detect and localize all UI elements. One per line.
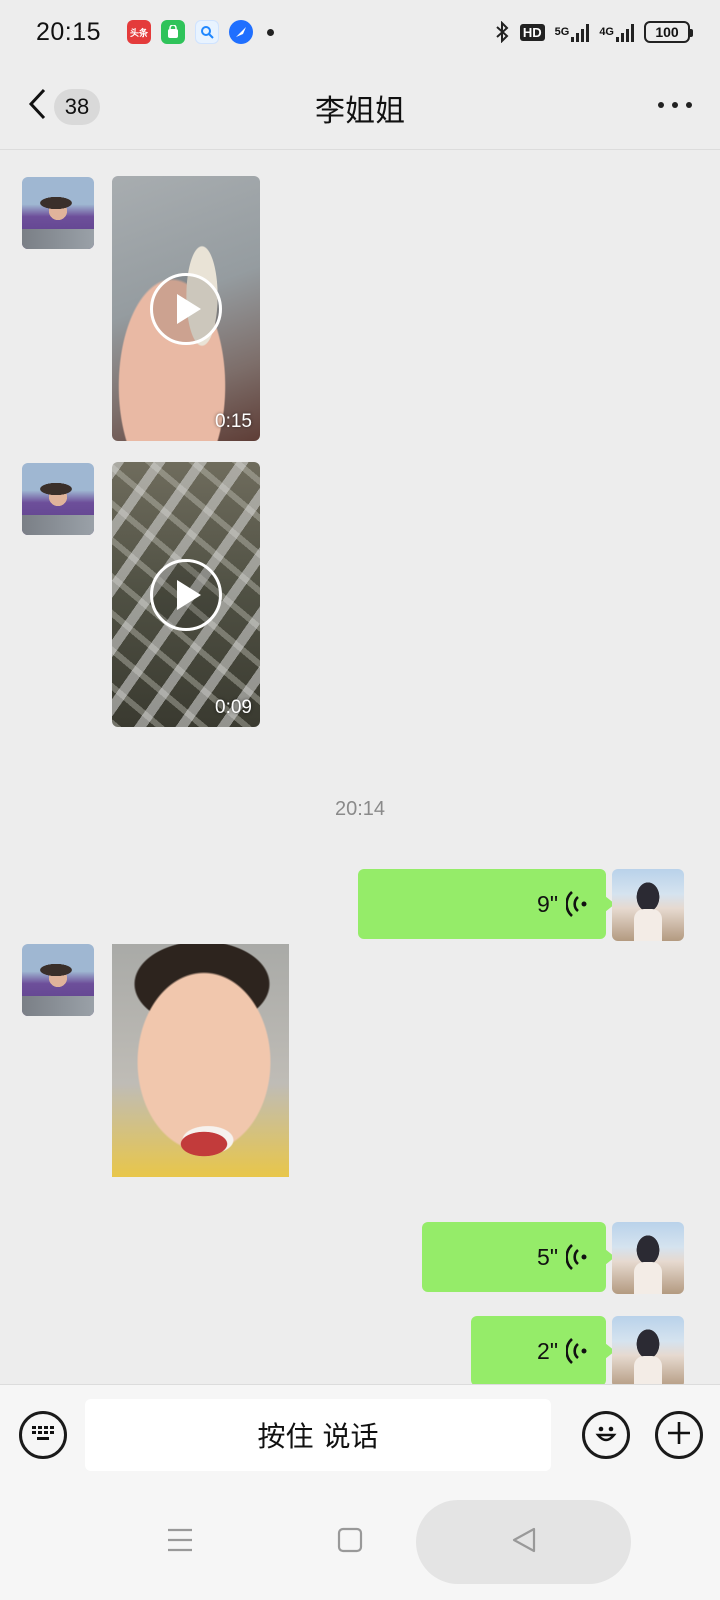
system-back-button[interactable] [416,1500,631,1584]
my-avatar[interactable] [612,1222,684,1294]
voice-message[interactable]: 5" [422,1222,615,1292]
plus-icon [666,1420,692,1451]
voice-wave-icon [566,1243,590,1271]
back-triangle-icon [511,1526,537,1559]
recent-apps-button[interactable] [140,1500,220,1584]
voice-message[interactable]: 2" [471,1316,615,1386]
notification-dot [267,28,275,36]
my-avatar[interactable] [612,869,684,941]
video-message[interactable]: 0:09 [112,462,260,727]
more-dot-icon [672,102,678,108]
search-app-icon [195,20,220,44]
hd-icon: HD [519,23,545,41]
emoji-icon [591,1418,621,1453]
status-time: 20:15 [36,17,102,46]
more-options-button[interactable] [658,102,692,108]
play-icon [150,273,222,345]
play-icon [150,559,222,631]
emoji-button[interactable] [582,1411,630,1459]
contact-avatar[interactable] [22,177,94,249]
more-dot-icon [686,102,692,108]
voice-duration: 9" [537,890,558,917]
contact-avatar[interactable] [22,463,94,535]
voice-duration: 2" [537,1337,558,1364]
browser-icon [229,20,254,44]
signal-5g-icon: 5G [555,22,590,42]
home-square-icon [337,1527,363,1558]
status-right: HD 5G 4G 100 [494,21,693,43]
voice-message[interactable]: 9" [358,869,615,939]
more-functions-button[interactable] [655,1411,703,1459]
chat-header: 38 李姐姐 [0,64,720,150]
keyboard-toggle-button[interactable] [19,1411,67,1459]
status-bar: 20:15 头条 HD 5G 4G 100 [0,0,720,64]
hold-to-talk-button[interactable]: 按住 说话 [85,1399,551,1471]
message-timestamp: 20:14 [334,798,386,820]
contact-avatar[interactable] [22,944,94,1016]
keyboard-icon [29,1423,57,1448]
more-dot-icon [658,102,664,108]
video-duration: 0:09 [215,697,252,718]
voice-wave-icon [566,890,590,918]
input-bar: 按住 说话 [0,1384,720,1484]
signal-4g-icon: 4G [599,22,634,42]
home-button[interactable] [310,1500,390,1584]
bluetooth-icon [494,21,510,43]
menu-icon [166,1527,194,1558]
my-avatar[interactable] [612,1316,684,1388]
video-message[interactable]: 0:15 [112,176,260,441]
image-message[interactable] [112,944,289,1177]
toutiao-icon: 头条 [127,20,152,44]
voice-duration: 5" [537,1243,558,1270]
system-nav-bar [0,1484,720,1600]
battery-icon: 100 [644,21,693,43]
chat-title: 李姐姐 [315,94,405,129]
voice-wave-icon [566,1337,590,1365]
app-store-icon [161,20,186,44]
video-duration: 0:15 [215,411,252,432]
status-app-icons: 头条 [127,20,275,44]
